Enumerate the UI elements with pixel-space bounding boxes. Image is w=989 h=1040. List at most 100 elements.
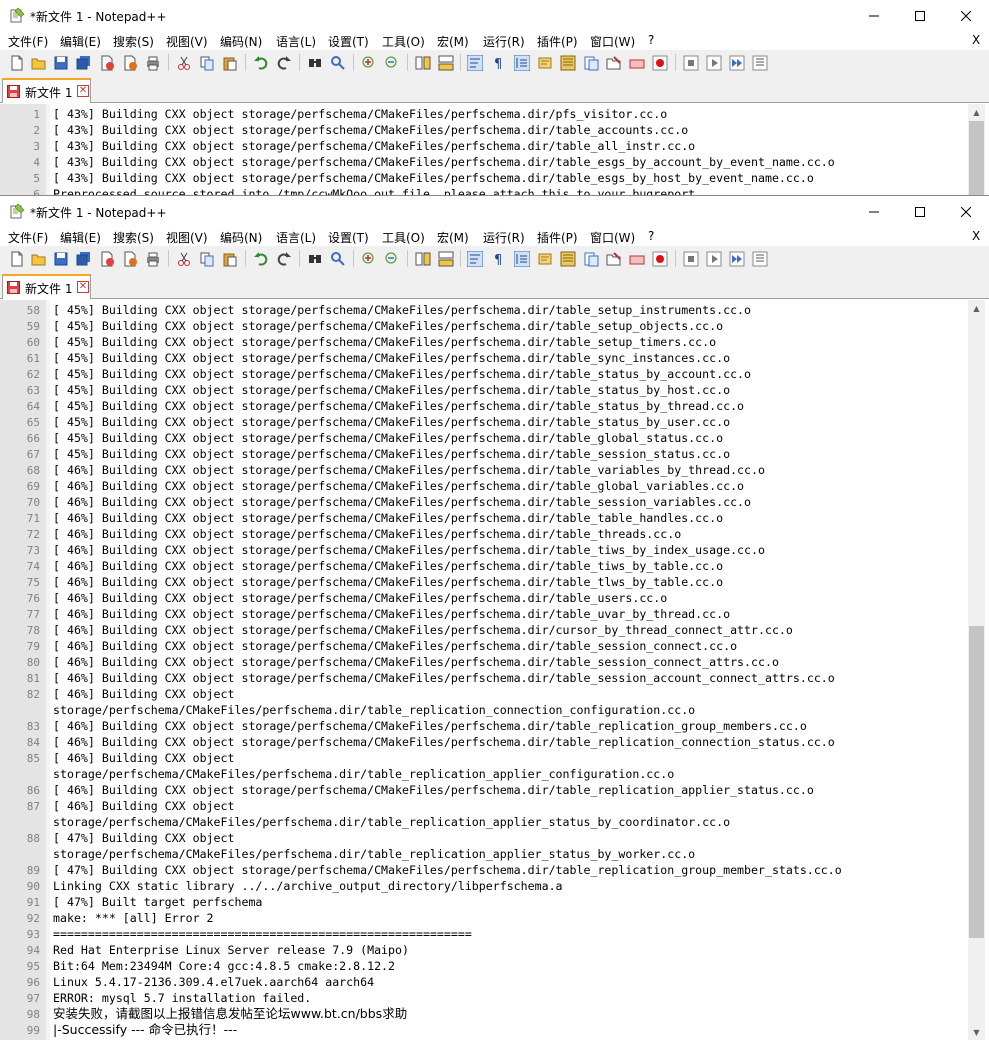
stop-record-icon[interactable] — [682, 250, 699, 267]
monitoring-icon[interactable] — [628, 54, 645, 71]
indent-guide-icon[interactable] — [513, 250, 530, 267]
indent-guide-icon[interactable] — [513, 54, 530, 71]
scroll-down-icon[interactable]: ▼ — [968, 1024, 985, 1040]
new-file-icon[interactable] — [8, 54, 25, 71]
menu-item-7[interactable]: 工具(O) — [382, 229, 425, 246]
editor-line[interactable]: 89 [ 47%] Building CXX object storage/per… — [0, 862, 968, 878]
editor-line[interactable]: 85 [ 46%] Building CXX object — [0, 750, 968, 766]
copy-icon[interactable] — [198, 54, 215, 71]
editor-line[interactable]: 67 [ 45%] Building CXX object storage/per… — [0, 446, 968, 462]
editor-line[interactable]: 83 [ 46%] Building CXX object storage/per… — [0, 718, 968, 734]
editor-line[interactable]: storage/perfschema/CMakeFiles/perfschema… — [0, 814, 968, 830]
doc-map-icon[interactable] — [559, 54, 576, 71]
title-bar[interactable]: *新文件 1 - Notepad++ — [0, 0, 989, 31]
editor-line[interactable]: 90 Linking CXX static library ../../archi… — [0, 878, 968, 894]
paste-icon[interactable] — [221, 54, 238, 71]
menu-item-0[interactable]: 文件(F) — [8, 33, 48, 50]
minimize-button[interactable] — [851, 196, 897, 227]
editor-line[interactable]: 76 [ 46%] Building CXX object storage/per… — [0, 590, 968, 606]
text-editor[interactable]: 58 [ 45%] Building CXX object storage/per… — [0, 300, 989, 1040]
menu-item-7[interactable]: 工具(O) — [382, 33, 425, 50]
cut-icon[interactable] — [175, 250, 192, 267]
menu-item-3[interactable]: 视图(V) — [166, 33, 208, 50]
menu-item-9[interactable]: 运行(R) — [483, 33, 525, 50]
editor-line[interactable]: 94 Red Hat Enterprise Linux Server releas… — [0, 942, 968, 958]
close-icon[interactable] — [98, 54, 115, 71]
editor-line[interactable]: 59 [ 45%] Building CXX object storage/per… — [0, 318, 968, 334]
open-file-icon[interactable] — [30, 250, 47, 267]
editor-line[interactable]: storage/perfschema/CMakeFiles/perfschema… — [0, 702, 968, 718]
menu-item-3[interactable]: 视图(V) — [166, 229, 208, 246]
title-bar[interactable]: *新文件 1 - Notepad++ — [0, 196, 989, 227]
editor-line[interactable]: 77 [ 46%] Building CXX object storage/per… — [0, 606, 968, 622]
editor-line[interactable]: 81 [ 46%] Building CXX object storage/per… — [0, 670, 968, 686]
zoom-in-icon[interactable] — [360, 250, 377, 267]
editor-line[interactable]: 69 [ 46%] Building CXX object storage/per… — [0, 478, 968, 494]
find-icon[interactable] — [306, 54, 323, 71]
editor-line[interactable]: 96 Linux 5.4.17-2136.309.4.el7uek.aarch64… — [0, 974, 968, 990]
menu-item-1[interactable]: 编辑(E) — [60, 229, 101, 246]
editor-line[interactable]: 95 Bit:64 Mem:23494M Core:4 gcc:4.8.5 cma… — [0, 958, 968, 974]
tab-close-button[interactable]: ✕ — [77, 85, 89, 97]
menu-item-9[interactable]: 运行(R) — [483, 229, 525, 246]
sync-h-icon[interactable] — [437, 54, 454, 71]
save-macro-icon[interactable] — [751, 250, 768, 267]
print-icon[interactable] — [144, 54, 161, 71]
menu-item-4[interactable]: 编码(N) — [220, 33, 262, 50]
scroll-up-icon[interactable]: ▲ — [968, 104, 985, 121]
editor-line[interactable]: 60 [ 45%] Building CXX object storage/per… — [0, 334, 968, 350]
editor-line[interactable]: 75 [ 46%] Building CXX object storage/per… — [0, 574, 968, 590]
redo-icon[interactable] — [275, 250, 292, 267]
editor-line[interactable]: 97 ERROR: mysql 5.7 installation failed. — [0, 990, 968, 1006]
menu-item-12[interactable]: ? — [648, 33, 654, 47]
save-all-icon[interactable] — [75, 250, 92, 267]
text-editor[interactable]: 1 [ 43%] Building CXX object storage/perf… — [0, 104, 989, 195]
playback-macro-icon[interactable] — [705, 54, 722, 71]
editor-line[interactable]: 79 [ 46%] Building CXX object storage/per… — [0, 638, 968, 654]
editor-line[interactable]: 84 [ 46%] Building CXX object storage/per… — [0, 734, 968, 750]
editor-line[interactable]: 3 [ 43%] Building CXX object storage/perf… — [0, 138, 968, 154]
udl-icon[interactable] — [536, 250, 553, 267]
function-list-icon[interactable] — [582, 250, 599, 267]
editor-line[interactable]: 66 [ 45%] Building CXX object storage/per… — [0, 430, 968, 446]
save-icon[interactable] — [52, 54, 69, 71]
editor-line[interactable]: 1 [ 43%] Building CXX object storage/perf… — [0, 106, 968, 122]
menu-item-12[interactable]: ? — [648, 229, 654, 243]
udl-icon[interactable] — [536, 54, 553, 71]
playback-macro-icon[interactable] — [705, 250, 722, 267]
find-icon[interactable] — [306, 250, 323, 267]
menu-item-5[interactable]: 语言(L) — [276, 33, 316, 50]
menu-item-8[interactable]: 宏(M) — [437, 229, 469, 246]
editor-line[interactable]: 68 [ 46%] Building CXX object storage/per… — [0, 462, 968, 478]
close-icon[interactable] — [98, 250, 115, 267]
editor-line[interactable]: 74 [ 46%] Building CXX object storage/per… — [0, 558, 968, 574]
tab-new-file-1[interactable]: 新文件 1 ✕ — [2, 274, 91, 299]
word-wrap-icon[interactable] — [466, 54, 483, 71]
editor-line[interactable]: 70 [ 46%] Building CXX object storage/per… — [0, 494, 968, 510]
menu-item-4[interactable]: 编码(N) — [220, 229, 262, 246]
sync-v-icon[interactable] — [414, 54, 431, 71]
editor-line[interactable]: 78 [ 46%] Building CXX object storage/per… — [0, 622, 968, 638]
editor-line[interactable]: 93 ======================================… — [0, 926, 968, 942]
editor-line[interactable]: 64 [ 45%] Building CXX object storage/per… — [0, 398, 968, 414]
print-icon[interactable] — [144, 250, 161, 267]
menu-item-0[interactable]: 文件(F) — [8, 229, 48, 246]
sync-v-icon[interactable] — [414, 250, 431, 267]
maximize-button[interactable] — [897, 0, 943, 31]
show-all-chars-icon[interactable]: ¶ — [489, 54, 506, 71]
editor-line[interactable]: 4 [ 43%] Building CXX object storage/perf… — [0, 154, 968, 170]
save-all-icon[interactable] — [75, 54, 92, 71]
save-icon[interactable] — [52, 250, 69, 267]
menu-item-6[interactable]: 设置(T) — [328, 229, 369, 246]
editor-line[interactable]: 71 [ 46%] Building CXX object storage/per… — [0, 510, 968, 526]
vertical-scrollbar[interactable]: ▲ — [968, 104, 985, 195]
editor-line[interactable]: 98 安装失败，请截图以上报错信息发帖至论坛www.bt.cn/bbs求助 — [0, 1006, 968, 1022]
menu-item-10[interactable]: 插件(P) — [537, 33, 578, 50]
run-macro-multiple-icon[interactable] — [728, 250, 745, 267]
menu-item-6[interactable]: 设置(T) — [328, 33, 369, 50]
menu-item-11[interactable]: 窗口(W) — [590, 33, 635, 50]
sync-h-icon[interactable] — [437, 250, 454, 267]
monitoring-icon[interactable] — [628, 250, 645, 267]
minimize-button[interactable] — [851, 0, 897, 31]
zoom-out-icon[interactable] — [383, 54, 400, 71]
